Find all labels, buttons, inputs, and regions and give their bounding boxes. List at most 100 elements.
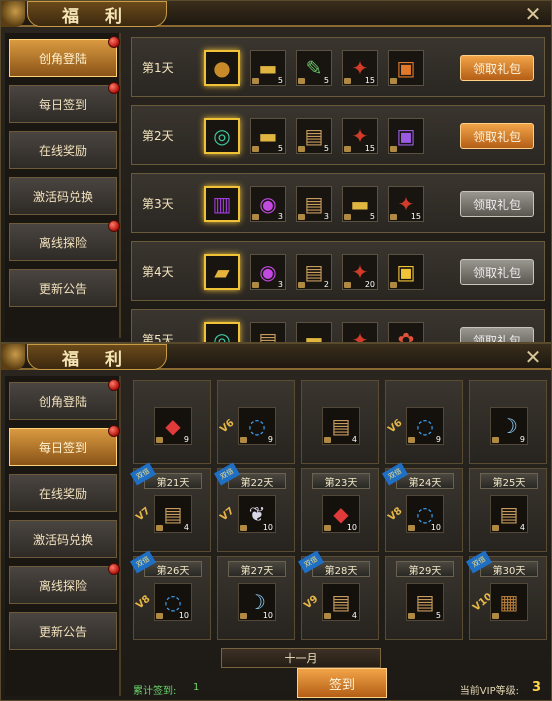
signin-cell[interactable]: 第23天 ◆ 10 bbox=[301, 468, 379, 552]
orange-gift-icon[interactable]: ▣ bbox=[388, 50, 424, 86]
golden-orb-icon[interactable]: ● bbox=[204, 50, 240, 86]
close-icon[interactable]: ✕ bbox=[521, 346, 545, 368]
item-count: 10 bbox=[430, 523, 441, 532]
day-label: 第5天 bbox=[142, 332, 174, 343]
scroll-icon[interactable]: ▤ 4 bbox=[322, 407, 360, 445]
gold-bar-icon[interactable]: ▬ bbox=[296, 322, 332, 343]
red-firework-icon[interactable]: ✦ 15 bbox=[342, 118, 378, 154]
scroll-icon[interactable]: ▤ 4 bbox=[322, 583, 360, 621]
scroll-icon[interactable]: ▤ 5 bbox=[406, 583, 444, 621]
signin-cell[interactable]: 第22天 双倍 V7 ❦ 10 bbox=[213, 462, 295, 552]
red-firework-icon[interactable]: ✦ 15 bbox=[388, 186, 424, 222]
red-gem-icon[interactable]: ◆ 10 bbox=[322, 495, 360, 533]
sidebar-item-5[interactable]: 更新公告 bbox=[9, 612, 117, 650]
item-count: 9 bbox=[519, 435, 525, 444]
claim-gift-button[interactable]: 领取礼包 bbox=[460, 123, 534, 149]
sidebar-item-3[interactable]: 激活码兑换 bbox=[9, 177, 117, 215]
sidebar-item-1[interactable]: 每日签到 bbox=[9, 425, 120, 466]
silver-blade-icon[interactable]: ☽ 9 bbox=[490, 407, 528, 445]
gold-bar-icon[interactable]: ▬ 5 bbox=[250, 118, 286, 154]
jade-dragon-icon[interactable]: ◎ bbox=[204, 322, 240, 342]
signin-cell[interactable]: ◆ 9 bbox=[133, 380, 211, 464]
signin-cell[interactable]: 第24天 双倍 V8 ◌ 10 bbox=[381, 462, 463, 552]
signin-cell[interactable]: V6 ◌ 9 bbox=[217, 380, 295, 464]
blue-ring-icon[interactable]: ◌ 9 bbox=[406, 407, 444, 445]
signin-button[interactable]: 签到 bbox=[297, 668, 387, 698]
sidebar-item-3[interactable]: 激活码兑换 bbox=[9, 520, 117, 558]
gold-bar-icon[interactable]: ▬ 5 bbox=[250, 50, 286, 86]
treasure-chest-icon[interactable]: ▦ bbox=[490, 583, 528, 621]
claim-gift-button[interactable]: 领取礼包 bbox=[460, 259, 534, 285]
sidebar-item-2[interactable]: 在线奖励 bbox=[9, 474, 117, 512]
signin-cell[interactable]: 第25天 ▤ 4 bbox=[469, 468, 547, 552]
silver-blade-icon[interactable]: ☽ 10 bbox=[238, 583, 276, 621]
login-rewards-list: 第1天 ● ▬ 5 ✎ 5 ✦ 15 ▣ 领取礼包 第2天 ◎ ▬ 5 ▤ 5 ✦ 15 ▣ 领取礼包 第3天 ▥ ◉ 3 ▤ 3… bbox=[129, 33, 547, 342]
sidebar-item-0[interactable]: 创角登陆 bbox=[9, 379, 120, 420]
purple-gift-icon[interactable]: ▣ bbox=[388, 118, 424, 154]
gold-bar-icon-glyph: ▬ bbox=[304, 328, 324, 343]
red-firework-icon[interactable]: ✦ 20 bbox=[342, 254, 378, 290]
vip-level-label: 当前VIP等级: bbox=[459, 686, 519, 697]
day-label: 第3天 bbox=[142, 196, 174, 211]
lock-icon bbox=[156, 437, 163, 443]
sidebar-item-0[interactable]: 创角登陆 bbox=[9, 36, 120, 77]
sidebar-item-1[interactable]: 每日签到 bbox=[9, 82, 120, 123]
signin-footer: 累计签到: 1 签到 当前VIP等级: 3 bbox=[129, 666, 547, 700]
reward-row: 第3天 ▥ ◉ 3 ▤ 3 ▬ 5 ✦ 15 领取礼包 bbox=[131, 173, 545, 233]
sidebar-item-4[interactable]: 离线探险 bbox=[9, 563, 120, 604]
sidebar: 创角登陆每日签到在线奖励激活码兑换离线探险更新公告 bbox=[5, 376, 121, 696]
claim-gift-button[interactable]: 领取礼包 bbox=[460, 55, 534, 81]
green-scroll-icon[interactable]: ✎ 5 bbox=[296, 50, 332, 86]
purple-swirl-icon[interactable]: ◉ 3 bbox=[250, 254, 286, 290]
lock-icon bbox=[344, 78, 351, 84]
scroll-icon[interactable]: ▤ 5 bbox=[296, 118, 332, 154]
sidebar-item-4[interactable]: 离线探险 bbox=[9, 220, 120, 261]
dragon-ornament-icon bbox=[1, 344, 25, 370]
feather-icon[interactable]: ❦ 10 bbox=[238, 495, 276, 533]
signin-cell[interactable]: 第28天 双倍 V9 ▤ 4 bbox=[297, 550, 379, 640]
sidebar-item-5[interactable]: 更新公告 bbox=[9, 269, 117, 307]
signin-cell[interactable]: 第26天 双倍 V8 ◌ 10 bbox=[129, 550, 211, 640]
signin-cell[interactable]: ☽ 9 bbox=[469, 380, 547, 464]
signin-calendar: ◆ 9 V6 ◌ 9 ▤ 4 V6 ◌ 9 ☽ 9 第21天 双倍 V7 ▤ 4 第22天 双倍 V7 ❦ 10 第23天 ◆… bbox=[129, 376, 547, 700]
signin-cell[interactable]: 第30天 双倍 V10 ▦ bbox=[465, 550, 547, 640]
red-flower-icon[interactable]: ✿ bbox=[388, 322, 424, 343]
signin-cell[interactable]: V6 ◌ 9 bbox=[385, 380, 463, 464]
signin-cell[interactable]: 第29天 ▤ 5 bbox=[385, 556, 463, 640]
blue-ring-icon[interactable]: ◌ 9 bbox=[238, 407, 276, 445]
jade-ring-icon[interactable]: ◎ bbox=[204, 118, 240, 154]
red-gem-icon[interactable]: ◆ 9 bbox=[154, 407, 192, 445]
blue-ring-icon[interactable]: ◌ 10 bbox=[406, 495, 444, 533]
gold-gift-icon[interactable]: ▣ bbox=[388, 254, 424, 290]
scroll-icon[interactable]: ▤ bbox=[250, 322, 286, 342]
lock-icon bbox=[252, 146, 259, 152]
notification-dot-icon bbox=[108, 425, 120, 437]
lock-icon bbox=[252, 214, 259, 220]
gold-bar-icon[interactable]: ▬ 5 bbox=[342, 186, 378, 222]
claim-gift-button[interactable]: 领取礼包 bbox=[460, 327, 534, 342]
gold-stack-icon[interactable]: ▰ bbox=[204, 254, 240, 290]
scroll-icon[interactable]: ▤ 2 bbox=[296, 254, 332, 290]
scroll-icon[interactable]: ▤ 4 bbox=[490, 495, 528, 533]
claim-gift-button[interactable]: 领取礼包 bbox=[460, 191, 534, 217]
close-icon[interactable]: ✕ bbox=[521, 3, 545, 25]
signin-cell[interactable]: 第27天 ☽ 10 bbox=[217, 556, 295, 640]
item-count: 5 bbox=[323, 76, 329, 85]
lock-icon bbox=[344, 214, 351, 220]
scroll-icon[interactable]: ▤ 4 bbox=[154, 495, 192, 533]
reward-row: 第2天 ◎ ▬ 5 ▤ 5 ✦ 15 ▣ 领取礼包 bbox=[131, 105, 545, 165]
lock-icon bbox=[344, 282, 351, 288]
red-flower-icon-glyph: ✿ bbox=[397, 328, 415, 343]
signin-cell[interactable]: ▤ 4 bbox=[301, 380, 379, 464]
sidebar-item-2[interactable]: 在线奖励 bbox=[9, 131, 117, 169]
item-count: 9 bbox=[183, 435, 189, 444]
lock-icon bbox=[324, 437, 331, 443]
purple-swirl-icon[interactable]: ◉ 3 bbox=[250, 186, 286, 222]
signin-cell[interactable]: 第21天 双倍 V7 ▤ 4 bbox=[129, 462, 211, 552]
red-firework-icon[interactable]: ✦ 15 bbox=[342, 50, 378, 86]
lock-icon bbox=[324, 613, 331, 619]
blue-ring-icon[interactable]: ◌ 10 bbox=[154, 583, 192, 621]
purple-plaque-icon[interactable]: ▥ bbox=[204, 186, 240, 222]
red-firework-icon[interactable]: ✦ bbox=[342, 322, 378, 342]
scroll-icon[interactable]: ▤ 3 bbox=[296, 186, 332, 222]
